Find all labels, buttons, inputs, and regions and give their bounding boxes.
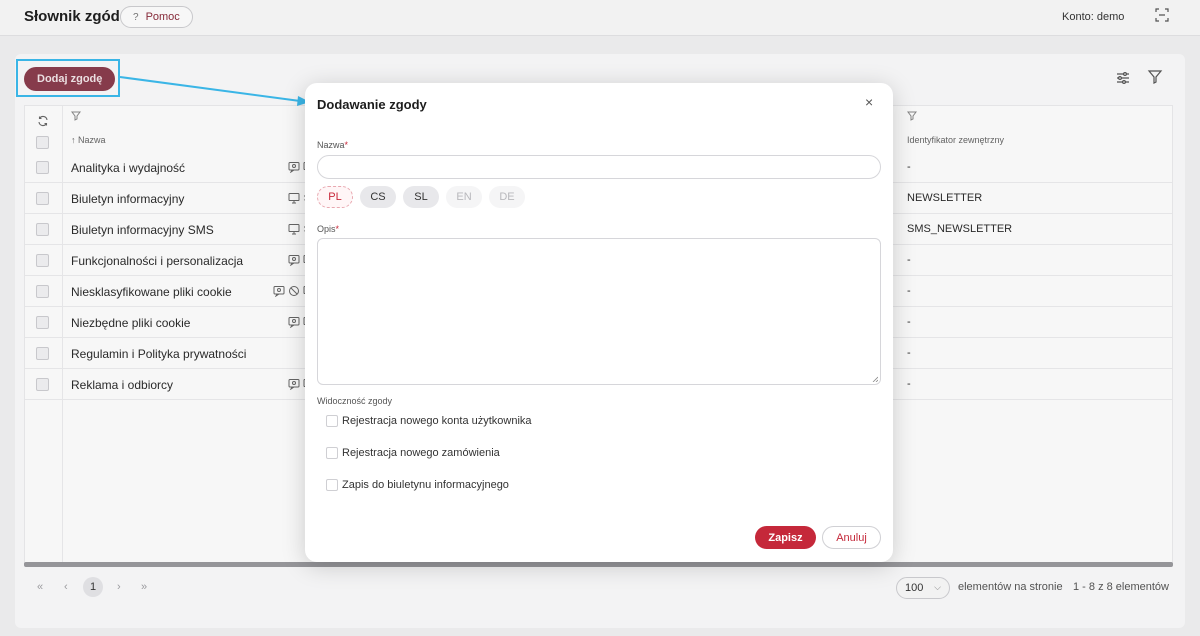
name-label: Nazwa* — [317, 140, 348, 150]
visibility-option-label: Rejestracja nowego zamówienia — [342, 447, 500, 459]
visibility-checkbox[interactable] — [326, 479, 338, 491]
description-label: Opis* — [317, 224, 339, 234]
visibility-checkbox[interactable] — [326, 415, 338, 427]
language-tab-sl[interactable]: SL — [403, 186, 439, 208]
language-tab-en[interactable]: EN — [446, 186, 482, 208]
save-button[interactable]: Zapisz — [755, 526, 816, 549]
language-tab-de[interactable]: DE — [489, 186, 525, 208]
description-textarea[interactable] — [317, 238, 881, 385]
cancel-button[interactable]: Anuluj — [822, 526, 881, 549]
required-mark: * — [344, 140, 349, 150]
language-tab-cs[interactable]: CS — [360, 186, 396, 208]
visibility-label: Widoczność zgody — [317, 396, 393, 406]
name-input[interactable] — [317, 155, 881, 179]
visibility-option[interactable]: Rejestracja nowego zamówienia — [326, 447, 500, 459]
dialog-title: Dodawanie zgody — [317, 97, 427, 112]
visibility-option-label: Rejestracja nowego konta użytkownika — [342, 415, 532, 427]
close-icon[interactable]: × — [865, 94, 873, 110]
visibility-option[interactable]: Rejestracja nowego konta użytkownika — [326, 415, 532, 427]
resize-handle-icon[interactable] — [872, 376, 878, 382]
visibility-option[interactable]: Zapis do biuletynu informacyjnego — [326, 479, 509, 491]
add-consent-dialog: Dodawanie zgody × Nazwa* PL CS SL EN DE Opis… — [305, 83, 893, 562]
language-tab-pl[interactable]: PL — [317, 186, 353, 208]
highlight-box — [16, 59, 120, 97]
visibility-checkbox[interactable] — [326, 447, 338, 459]
required-mark: * — [335, 224, 340, 234]
description-label-text: Opis — [317, 224, 336, 234]
name-label-text: Nazwa — [317, 140, 345, 150]
visibility-option-label: Zapis do biuletynu informacyjnego — [342, 479, 509, 491]
